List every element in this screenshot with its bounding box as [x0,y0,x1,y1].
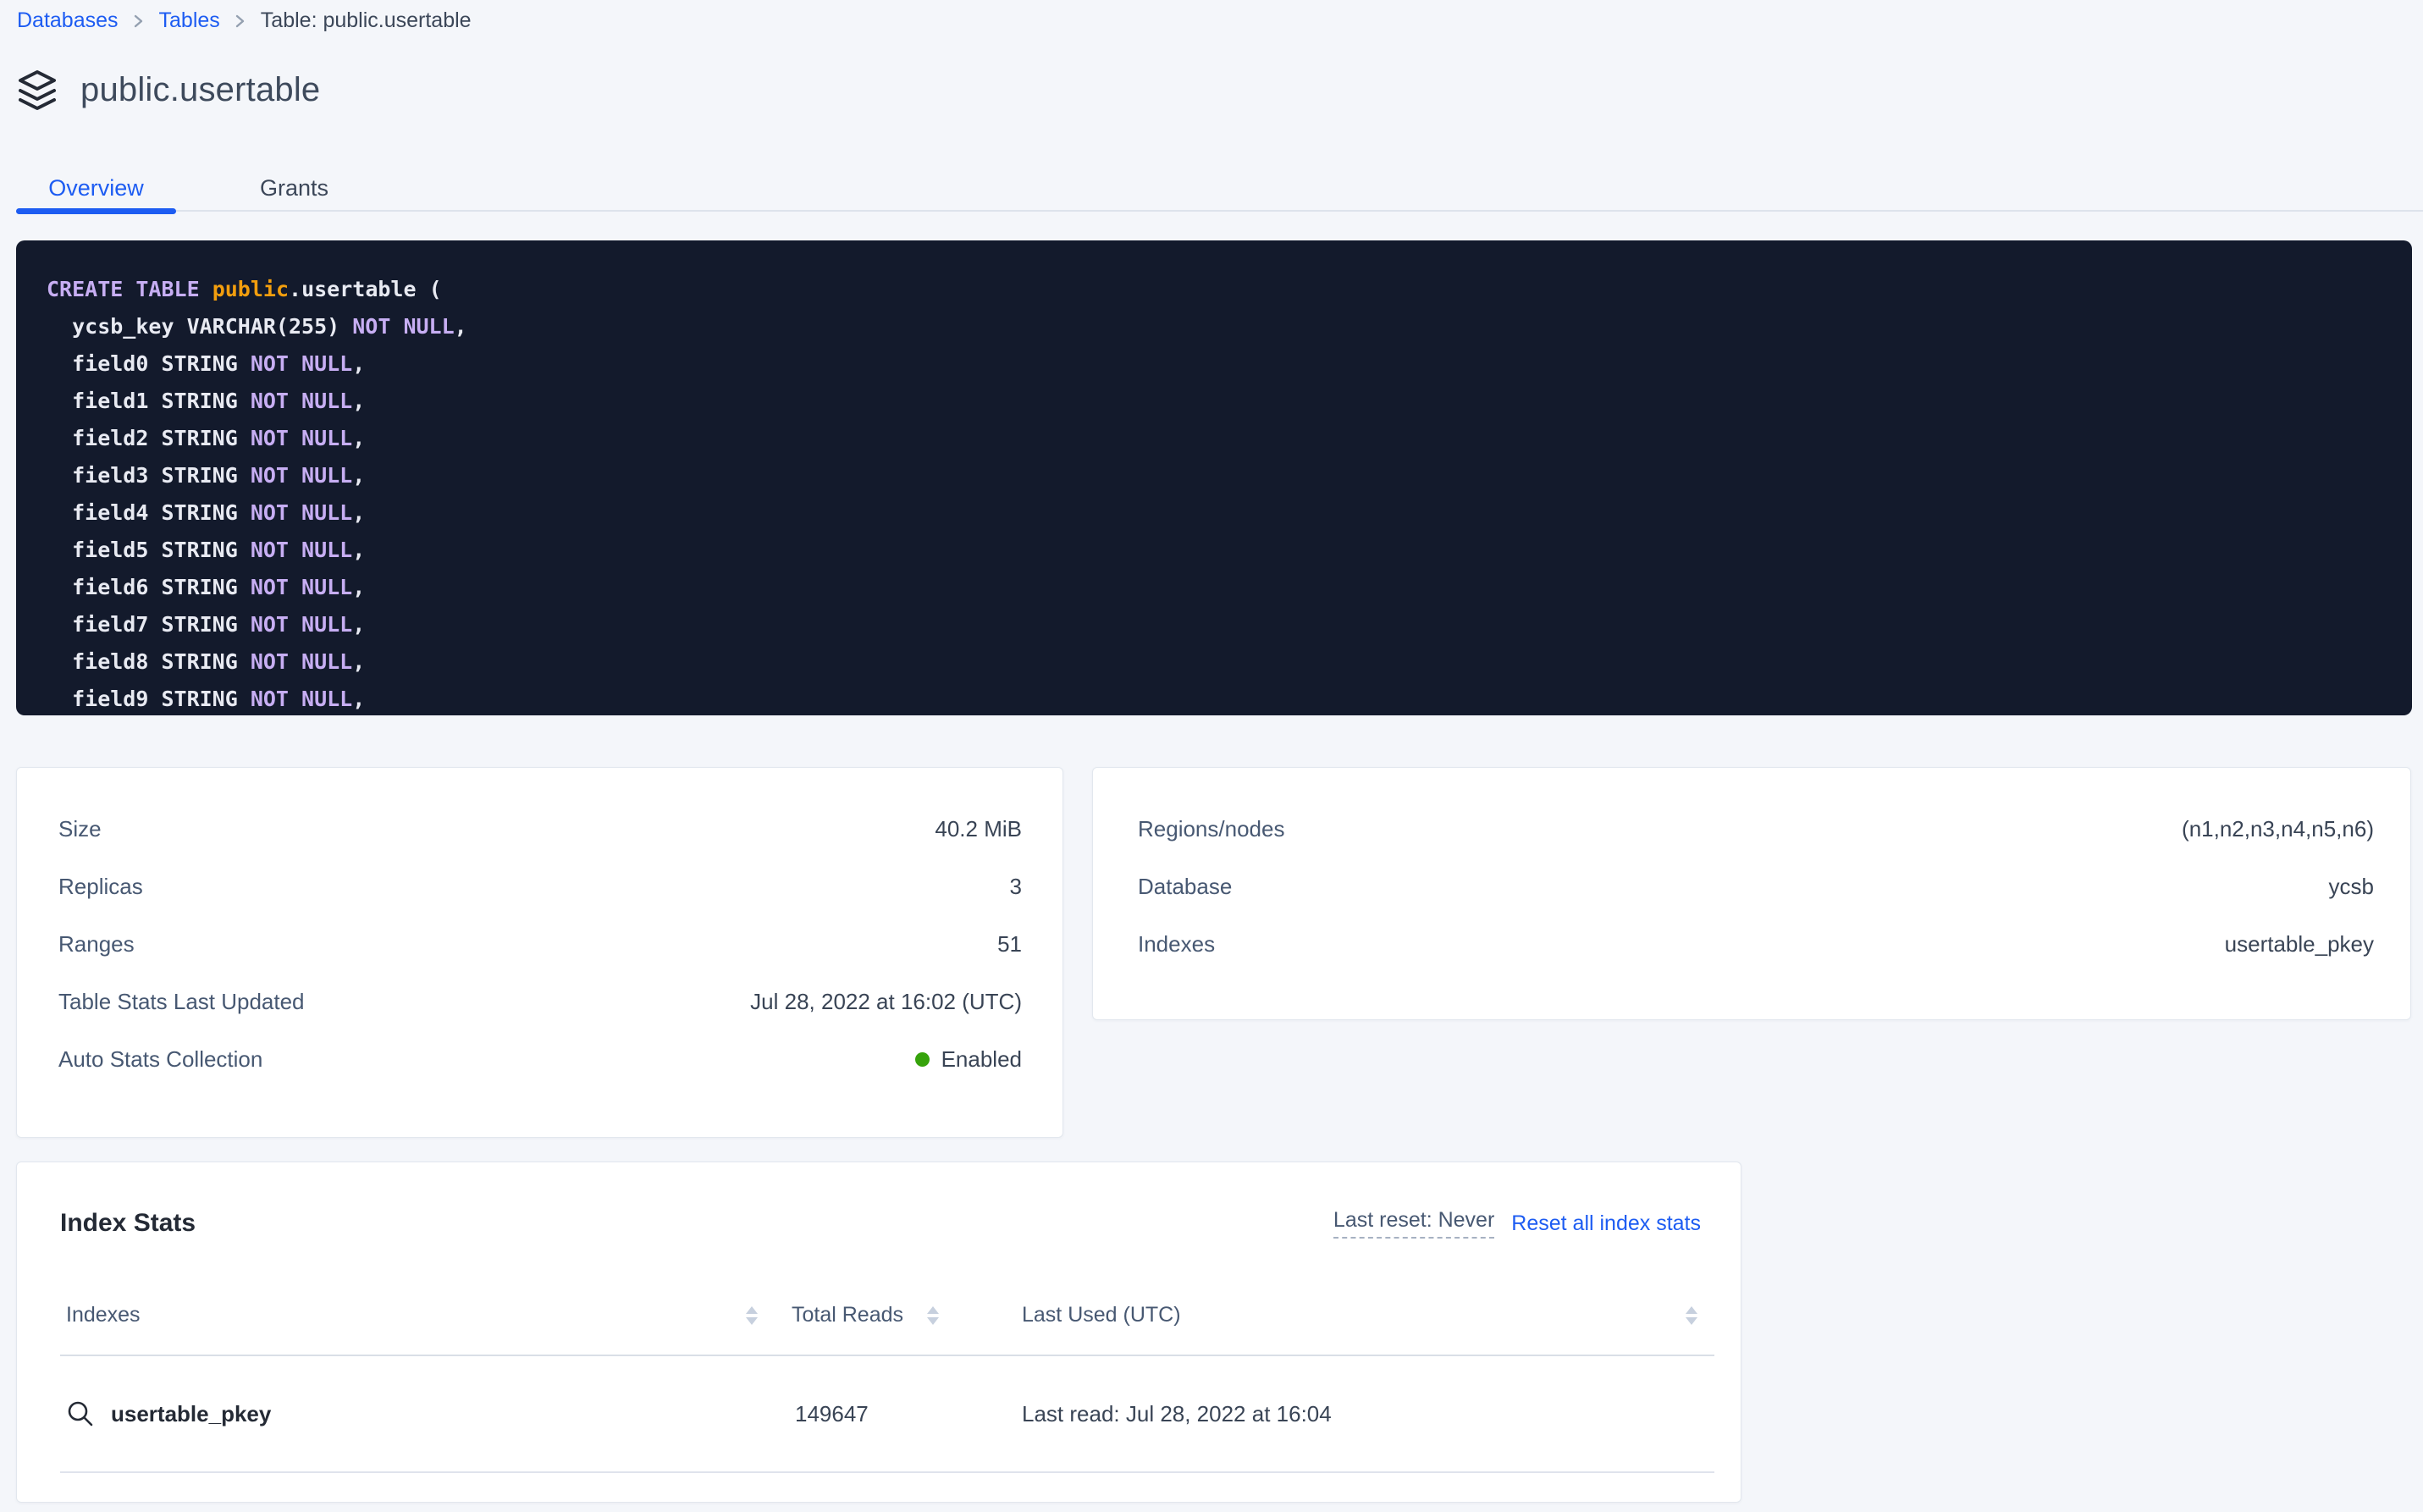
page-title: public.usertable [80,71,320,109]
summary-value: Jul 28, 2022 at 16:02 (UTC) [750,989,1022,1015]
summary-row: Database ycsb [1138,858,2374,915]
column-header-total-reads[interactable]: Total Reads [792,1303,1022,1327]
summary-value: ycsb [2329,874,2374,900]
breadcrumb: Databases Tables Table: public.usertable [17,8,472,33]
index-name-cell: usertable_pkey [60,1399,792,1429]
summary-value: 40.2 MiB [935,816,1022,842]
index-stats-title: Index Stats [60,1209,196,1238]
summary-row: Table Stats Last Updated Jul 28, 2022 at … [58,973,1022,1030]
index-stats-card: Index Stats Last reset: Never Reset all … [16,1162,1741,1503]
summary-value: 3 [1010,874,1022,900]
sql-code-line: field4 STRING NOT NULL, [47,494,2378,532]
summary-label: Ranges [58,931,135,957]
active-tab-underline [16,208,176,214]
index-stats-controls: Last reset: Never Reset all index stats [1333,1208,1701,1239]
tab-grants[interactable]: Grants [260,168,328,208]
sql-code-line: field7 STRING NOT NULL, [47,606,2378,643]
sql-code-line: field5 STRING NOT NULL, [47,532,2378,569]
summary-label: Auto Stats Collection [58,1046,262,1073]
table-details-card: Regions/nodes (n1,n2,n3,n4,n5,n6) Database… [1092,767,2411,1020]
summary-row: Regions/nodes (n1,n2,n3,n4,n5,n6) [1138,800,2374,858]
status-dot-icon [915,1052,930,1067]
sql-code-line: CREATE TABLE public.usertable ( [47,271,2378,308]
summary-label: Table Stats Last Updated [58,989,305,1015]
summary-value: (n1,n2,n3,n4,n5,n6) [2182,816,2374,842]
index-stats-header: Index Stats Last reset: Never Reset all … [60,1205,1714,1242]
sql-code-line: field1 STRING NOT NULL, [47,383,2378,420]
summary-label: Size [58,816,102,842]
sql-code-line: ycsb_key VARCHAR(255) NOT NULL, [47,308,2378,345]
summary-row: Size 40.2 MiB [58,800,1022,858]
index-table-row: usertable_pkey 149647 Last read: Jul 28,… [60,1356,1714,1473]
sql-code-line: field8 STRING NOT NULL, [47,643,2378,681]
summary-row: Indexes usertable_pkey [1138,915,2374,973]
last-used-cell: Last read: Jul 28, 2022 at 16:04 [1022,1401,1714,1427]
summary-label: Regions/nodes [1138,816,1284,842]
table-summary-card: Size 40.2 MiB Replicas 3 Ranges 51 Table Stats… [16,767,1063,1138]
sql-code-line: field0 STRING NOT NULL, [47,345,2378,383]
tab-overview[interactable]: Overview [16,168,176,208]
sort-carets-icon[interactable] [1686,1306,1697,1325]
column-label: Total Reads [792,1303,903,1327]
breadcrumb-databases[interactable]: Databases [17,8,119,33]
sql-code-line: field9 STRING NOT NULL, [47,681,2378,715]
summary-row: Replicas 3 [58,858,1022,915]
column-header-last-used[interactable]: Last Used (UTC) [1022,1303,1714,1327]
last-reset-label: Last reset: Never [1333,1208,1494,1239]
summary-value: usertable_pkey [2225,931,2374,957]
sql-code-line: field2 STRING NOT NULL, [47,420,2378,457]
create-table-sql-block[interactable]: CREATE TABLE public.usertable ( ycsb_key… [16,240,2412,715]
index-table-header: Indexes Total Reads Last Used (UTC) [60,1276,1714,1356]
summary-value: 51 [997,931,1022,957]
summary-label: Indexes [1138,931,1215,957]
magnifier-icon [65,1399,96,1429]
index-name-link[interactable]: usertable_pkey [111,1401,271,1427]
chevron-right-icon [133,13,145,30]
column-label: Indexes [66,1303,141,1327]
tab-bar: Overview Grants [16,168,328,208]
tabs-divider [16,210,2423,212]
total-reads-cell: 149647 [792,1401,1022,1427]
column-header-indexes[interactable]: Indexes [60,1303,792,1327]
sort-carets-icon[interactable] [746,1306,758,1325]
reset-all-index-stats-link[interactable]: Reset all index stats [1511,1211,1701,1236]
chevron-right-icon [235,13,246,30]
summary-label: Database [1138,874,1232,900]
page-header: public.usertable [16,66,320,113]
summary-row: Ranges 51 [58,915,1022,973]
breadcrumb-tables[interactable]: Tables [159,8,220,33]
sql-code-line: field6 STRING NOT NULL, [47,569,2378,606]
column-label: Last Used (UTC) [1022,1303,1181,1327]
breadcrumb-current: Table: public.usertable [261,8,472,33]
sort-carets-icon[interactable] [927,1306,939,1325]
layers-stack-icon [16,69,58,111]
summary-label: Replicas [58,874,143,900]
summary-value: Enabled [915,1046,1022,1073]
summary-row: Auto Stats Collection Enabled [58,1030,1022,1088]
sql-code-line: field3 STRING NOT NULL, [47,457,2378,494]
